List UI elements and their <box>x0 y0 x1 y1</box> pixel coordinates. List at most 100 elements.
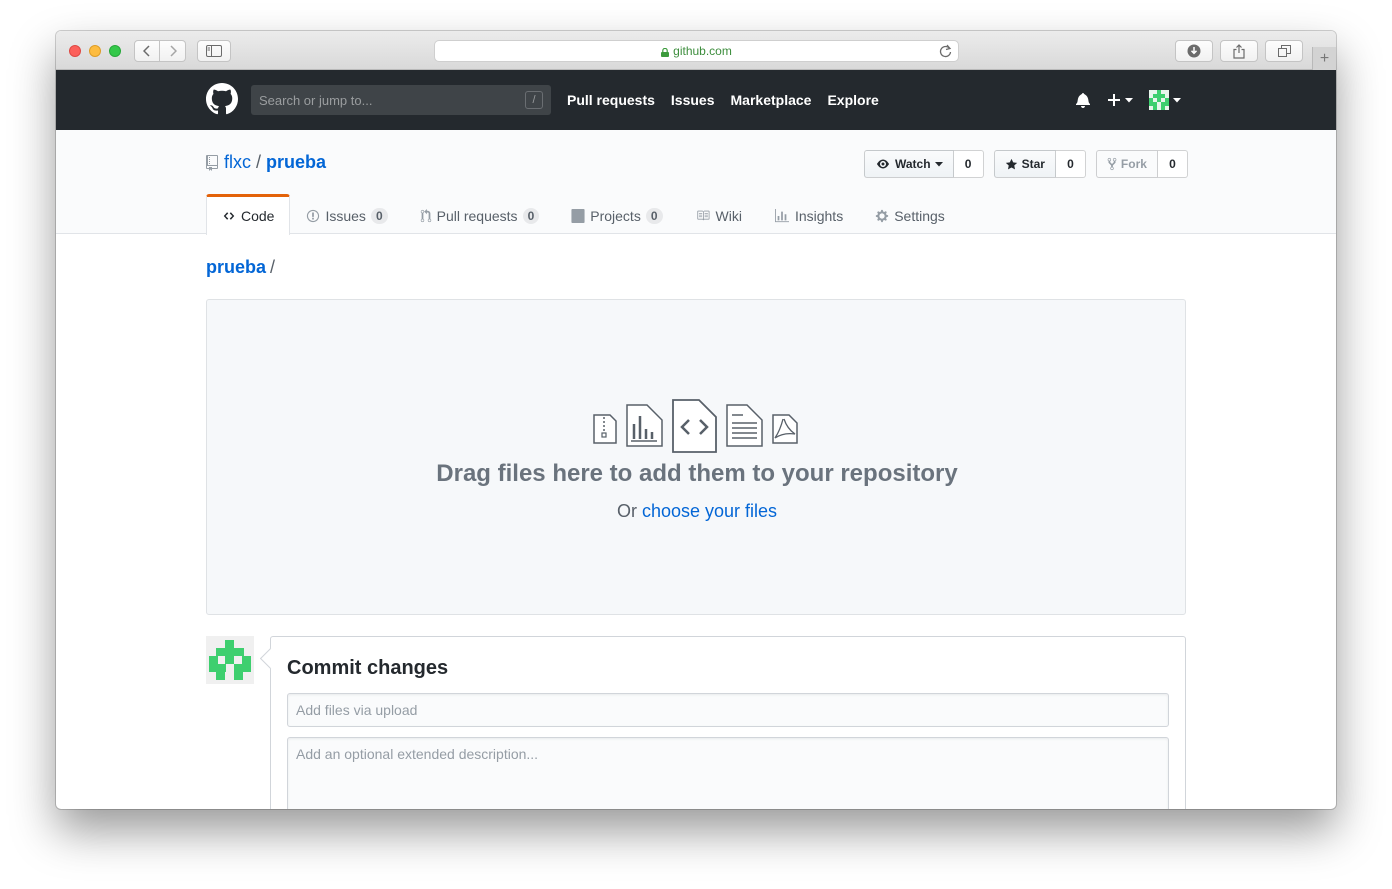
star-icon <box>1005 158 1017 169</box>
github-header: Search or jump to... / Pull requests Iss… <box>56 70 1336 130</box>
chevron-down-icon <box>1125 97 1133 102</box>
forward-icon <box>169 45 177 57</box>
repo-actions: Watch 0 Star 0 Fork 0 <box>864 150 1188 178</box>
sidebar-icon <box>206 45 222 57</box>
dropzone-title: Drag files here to add them to your repo… <box>436 460 958 487</box>
github-logo-icon[interactable] <box>206 83 238 115</box>
forward-button[interactable] <box>160 40 186 62</box>
dropzone-prefix: Or <box>616 501 637 521</box>
download-icon <box>1187 44 1201 58</box>
watch-button[interactable]: Watch <box>864 150 954 178</box>
tab-settings-label: Settings <box>894 207 945 224</box>
new-tab-button[interactable]: + <box>1312 47 1336 70</box>
book-icon <box>696 210 710 221</box>
search-input[interactable]: Search or jump to... / <box>251 85 551 115</box>
avatar <box>1149 90 1169 110</box>
fork-icon <box>1107 157 1117 171</box>
file-text-icon <box>726 404 763 447</box>
address-bar[interactable]: github.com <box>434 40 959 62</box>
share-button[interactable] <box>1220 40 1258 62</box>
graph-icon <box>774 208 789 222</box>
file-type-icons <box>593 399 798 453</box>
zoom-window-button[interactable] <box>109 45 121 57</box>
tab-issues[interactable]: Issues 0 <box>290 194 403 234</box>
nav-explore[interactable]: Explore <box>827 92 878 108</box>
issue-icon <box>307 209 320 222</box>
avatar <box>206 636 254 684</box>
reload-icon[interactable] <box>939 44 952 58</box>
tab-insights-label: Insights <box>794 207 844 224</box>
fork-count[interactable]: 0 <box>1157 150 1188 178</box>
watch-group: Watch 0 <box>864 150 984 178</box>
bell-icon[interactable] <box>1076 92 1090 108</box>
choose-files-link[interactable]: choose your files <box>642 501 777 521</box>
repo-name-link[interactable]: prueba <box>266 152 326 173</box>
commit-description-textarea[interactable] <box>287 737 1169 809</box>
file-chart-icon <box>626 404 663 447</box>
star-label: Star <box>1021 157 1045 171</box>
repo-owner-link[interactable]: flxc <box>224 152 251 173</box>
repo-header: flxc / prueba Watch 0 Star 0 Fork 0 Code… <box>56 130 1336 235</box>
plus-icon <box>1108 94 1120 106</box>
tab-settings[interactable]: Settings <box>859 194 961 234</box>
upload-dropzone[interactable]: Drag files here to add them to your repo… <box>206 299 1186 615</box>
nav-issues[interactable]: Issues <box>671 92 715 108</box>
tab-code[interactable]: Code <box>206 194 291 235</box>
close-window-button[interactable] <box>69 45 81 57</box>
breadcrumb: prueba / <box>206 257 275 278</box>
chevron-down-icon <box>934 161 943 166</box>
commit-title: Commit changes <box>287 657 449 679</box>
dropzone-subtitle: Or choose your files <box>207 501 1187 522</box>
minimize-window-button[interactable] <box>89 45 101 57</box>
project-icon <box>571 208 585 223</box>
search-placeholder: Search or jump to... <box>259 92 373 108</box>
lock-icon <box>661 47 670 57</box>
gear-icon <box>876 209 889 222</box>
tab-code-label: Code <box>241 208 275 224</box>
tab-issues-label: Issues <box>325 207 366 224</box>
star-group: Star 0 <box>993 150 1086 178</box>
back-icon <box>143 45 150 57</box>
nav-marketplace[interactable]: Marketplace <box>731 92 812 108</box>
issues-counter: 0 <box>370 207 388 224</box>
fork-group: Fork 0 <box>1095 150 1188 178</box>
tab-projects[interactable]: Projects 0 <box>555 194 678 234</box>
file-zip-icon <box>593 414 617 444</box>
pull-requests-counter: 0 <box>522 207 540 224</box>
tab-wiki[interactable]: Wiki <box>679 194 758 234</box>
breadcrumb-repo-link[interactable]: prueba <box>206 257 266 277</box>
tab-wiki-label: Wiki <box>715 207 742 224</box>
watch-label: Watch <box>895 157 931 171</box>
tab-insights[interactable]: Insights <box>758 194 859 234</box>
commit-summary-input[interactable] <box>287 693 1169 727</box>
star-button[interactable]: Star <box>993 150 1056 178</box>
breadcrumb-separator: / <box>270 257 276 277</box>
share-icon <box>1233 43 1245 59</box>
watch-count[interactable]: 0 <box>953 150 984 178</box>
pull-request-icon <box>420 208 431 222</box>
new-tab-icon: + <box>1319 49 1330 67</box>
commit-form: Commit changes <box>270 636 1186 809</box>
file-pdf-icon <box>772 414 798 444</box>
tab-projects-label: Projects <box>590 207 641 224</box>
sidebar-button[interactable] <box>197 40 231 62</box>
tabs-overview-button[interactable] <box>1265 40 1303 62</box>
user-menu-dropdown[interactable] <box>1149 90 1181 110</box>
repo-title: flxc / prueba <box>206 152 326 173</box>
downloads-button[interactable] <box>1175 40 1213 62</box>
tab-pull-requests[interactable]: Pull requests 0 <box>404 194 556 234</box>
fork-label: Fork <box>1120 157 1147 171</box>
url-text: github.com <box>673 44 732 58</box>
header-actions <box>1076 70 1181 130</box>
fork-button[interactable]: Fork <box>1095 150 1158 178</box>
star-count[interactable]: 0 <box>1055 150 1086 178</box>
back-button[interactable] <box>134 40 160 62</box>
repo-nav: Code Issues 0 Pull requests 0 Projects 0… <box>206 194 961 235</box>
nav-pull-requests[interactable]: Pull requests <box>567 92 655 108</box>
header-nav: Pull requests Issues Marketplace Explore <box>567 70 879 130</box>
eye-icon <box>877 159 889 169</box>
search-shortcut-key: / <box>525 91 543 109</box>
file-code-icon <box>672 399 717 453</box>
tabs-icon <box>1277 45 1291 57</box>
create-new-dropdown[interactable] <box>1107 93 1133 107</box>
